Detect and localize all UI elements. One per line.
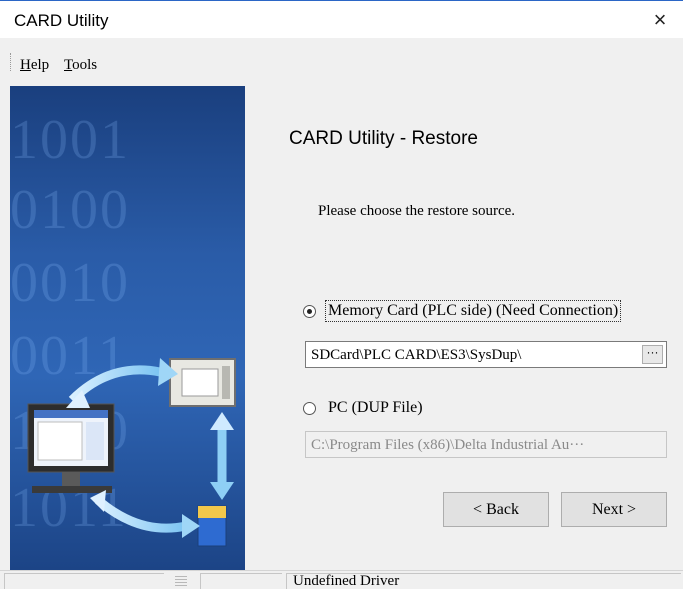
menu-help-accel: H <box>20 57 31 73</box>
next-button[interactable]: Next > <box>561 492 667 527</box>
menu-grip-icon <box>10 53 13 71</box>
radio-button-unselected[interactable] <box>303 401 316 415</box>
close-icon: × <box>653 7 667 32</box>
status-driver-text: Undefined Driver <box>293 573 400 589</box>
status-bar: Undefined Driver <box>0 570 683 589</box>
title-bar: CARD Utility × <box>0 0 683 39</box>
instruction-text: Please choose the restore source. <box>318 203 516 219</box>
menu-tools-label: ools <box>72 57 98 73</box>
grip-icon <box>175 575 187 586</box>
radio-memory-card-label[interactable]: Memory Card (PLC side) (Need Connection) <box>324 300 622 322</box>
illustration-graphic <box>27 358 236 547</box>
memory-card-path-value: SDCard\PLC CARD\ES3\SysDup\ <box>311 347 522 363</box>
wizard-illustration: 1001 0100 0010 0011 1010 1011 <box>10 86 245 570</box>
close-button[interactable]: × <box>637 1 683 39</box>
menu-tools[interactable]: Tools <box>64 57 97 74</box>
back-button[interactable]: < Back <box>443 492 549 527</box>
menu-help-label: elp <box>30 57 50 73</box>
radio-pc-dup-file[interactable]: PC (DUP File) <box>303 398 425 418</box>
pc-dup-file-path-value: C:\Program Files (x86)\Delta Industrial … <box>311 437 585 453</box>
status-pane <box>200 573 282 589</box>
window-title: CARD Utility <box>14 11 109 30</box>
menu-bar: Help Tools <box>0 38 683 84</box>
radio-button-selected[interactable] <box>303 304 316 318</box>
page-title: CARD Utility - Restore <box>289 128 478 149</box>
memory-card-browse-button[interactable]: ··· <box>642 345 663 364</box>
radio-memory-card[interactable]: Memory Card (PLC side) (Need Connection) <box>303 300 622 322</box>
radio-pc-dup-file-label[interactable]: PC (DUP File) <box>326 398 425 418</box>
menu-help[interactable]: Help <box>20 57 49 74</box>
status-pane <box>4 573 164 589</box>
plc-icon <box>169 358 236 407</box>
memory-card-icon <box>197 505 227 547</box>
menu-tools-accel: T <box>64 57 73 73</box>
pc-dup-file-path-field: C:\Program Files (x86)\Delta Industrial … <box>305 431 667 458</box>
memory-card-path-field[interactable]: SDCard\PLC CARD\ES3\SysDup\ ··· <box>305 341 667 368</box>
computer-monitor-icon <box>27 403 115 493</box>
card-utility-window: CARD Utility × Help Tools 1001 0100 0010… <box>0 0 683 589</box>
